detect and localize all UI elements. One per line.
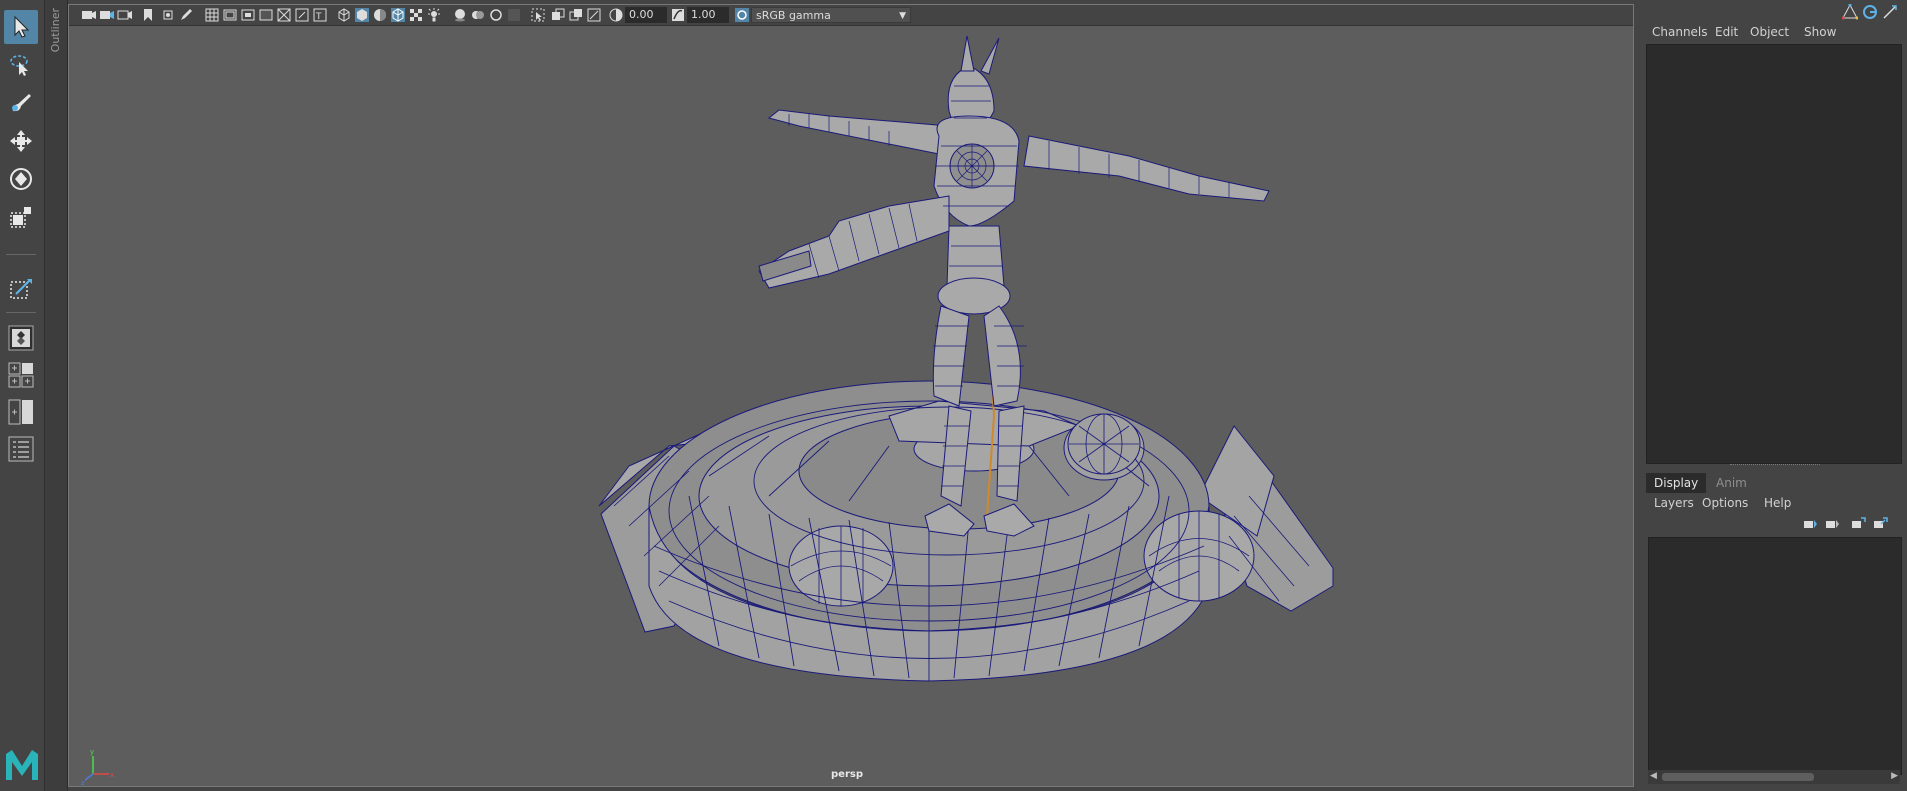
menu-layers[interactable]: Layers	[1654, 496, 1694, 510]
lasso-tool-icon[interactable]	[4, 48, 38, 82]
isolate-select-icon[interactable]	[531, 8, 545, 22]
camera-name-label: persp	[831, 769, 863, 780]
maya-logo	[4, 748, 40, 782]
scale-tool-icon[interactable]	[4, 200, 38, 234]
gamma-field[interactable]: 1.00	[687, 7, 729, 23]
panel-split-handle[interactable]	[1730, 464, 1820, 468]
tool-settings-icon[interactable]	[1882, 4, 1898, 20]
bookmark-camera-icon[interactable]	[117, 8, 133, 22]
menu-object[interactable]: Object	[1750, 25, 1789, 39]
modeling-toolkit-icon[interactable]	[1842, 4, 1858, 20]
menu-edit[interactable]: Edit	[1715, 25, 1738, 39]
scene-canvas[interactable]: y x z	[69, 26, 1633, 786]
image-plane-icon[interactable]	[141, 8, 155, 22]
shadows-icon[interactable]	[453, 8, 467, 22]
color-space-value: sRGB gamma	[756, 9, 831, 22]
camera-icon[interactable]	[81, 8, 97, 22]
gamma-icon[interactable]	[671, 8, 685, 22]
toolbox	[0, 0, 45, 791]
grid-icon[interactable]	[205, 8, 219, 22]
move-layer-up-icon[interactable]	[1802, 517, 1818, 531]
move-tool-icon[interactable]	[4, 124, 38, 158]
toolbox-divider	[6, 254, 36, 255]
safe-title-icon[interactable]: T	[313, 8, 327, 22]
xray-active-icon[interactable]	[569, 8, 583, 22]
last-tool-icon[interactable]	[4, 272, 38, 306]
four-pane-layout-icon[interactable]	[4, 358, 38, 392]
layer-editor-tabs: Display Anim	[1646, 473, 1900, 493]
svg-text:y: y	[90, 748, 94, 756]
svg-text:T: T	[315, 12, 322, 22]
svg-text:x: x	[110, 771, 114, 779]
outliner-tab[interactable]: Outliner	[45, 0, 68, 791]
safe-action-icon[interactable]	[295, 8, 309, 22]
menu-options[interactable]: Options	[1702, 496, 1748, 510]
camera-attributes-icon[interactable]	[99, 8, 115, 22]
channel-box-body[interactable]	[1646, 44, 1902, 464]
tab-anim[interactable]: Anim	[1708, 473, 1755, 493]
layer-list-scrollbar[interactable]: ◀ ▶	[1648, 770, 1900, 784]
menu-show[interactable]: Show	[1804, 25, 1836, 39]
outliner-layout-icon[interactable]	[4, 432, 38, 466]
select-tool-icon[interactable]	[4, 10, 38, 44]
tab-display[interactable]: Display	[1646, 473, 1707, 493]
attribute-editor-icon[interactable]	[1862, 4, 1878, 20]
color-space-dropdown[interactable]: sRGB gamma ▼	[751, 7, 911, 23]
move-layer-down-icon[interactable]	[1824, 517, 1840, 531]
ambient-occlusion-icon[interactable]	[471, 8, 485, 22]
2d-pan-zoom-icon[interactable]	[161, 8, 175, 22]
color-management-icon[interactable]	[735, 8, 749, 22]
scroll-right-icon[interactable]: ▶	[1891, 771, 1898, 781]
anti-aliasing-icon[interactable]	[507, 8, 521, 22]
scrollbar-thumb[interactable]	[1662, 773, 1814, 781]
new-layer-icon[interactable]	[1850, 517, 1866, 531]
motion-blur-icon[interactable]	[489, 8, 503, 22]
two-pane-layout-icon[interactable]	[4, 395, 38, 429]
smooth-shade-icon[interactable]	[355, 8, 369, 22]
new-layer-selected-icon[interactable]	[1872, 517, 1888, 531]
gate-mask-icon[interactable]	[259, 8, 273, 22]
resolution-gate-icon[interactable]	[241, 8, 255, 22]
rotate-tool-icon[interactable]	[4, 162, 38, 196]
viewport-toolbar: T 0.00 1.00 sRGB gamma ▼	[69, 5, 1633, 26]
chevron-down-icon: ▼	[899, 11, 906, 21]
paint-select-tool-icon[interactable]	[4, 86, 38, 120]
toolbox-divider	[6, 312, 36, 313]
exposure-icon[interactable]	[609, 8, 623, 22]
exposure-field[interactable]: 0.00	[625, 7, 667, 23]
menu-channels[interactable]: Channels	[1652, 25, 1708, 39]
svg-text:z: z	[81, 779, 85, 786]
wireframe-on-shaded-icon[interactable]	[391, 8, 405, 22]
default-material-icon[interactable]	[373, 8, 387, 22]
channel-box-panel: Channels Edit Object Show Display Anim L…	[1640, 0, 1907, 791]
menu-help[interactable]: Help	[1764, 496, 1791, 510]
xray-joints-icon[interactable]	[587, 8, 601, 22]
viewport-panel[interactable]: T 0.00 1.00 sRGB gamma ▼ y x z persp	[68, 4, 1634, 787]
grease-pencil-icon[interactable]	[179, 8, 193, 22]
field-chart-icon[interactable]	[277, 8, 291, 22]
wireframe-icon[interactable]	[337, 8, 351, 22]
textured-icon[interactable]	[409, 8, 423, 22]
lighting-icon[interactable]	[427, 8, 441, 22]
film-gate-icon[interactable]	[223, 8, 237, 22]
layer-list[interactable]	[1648, 537, 1902, 775]
axis-gizmo-icon: y x z	[81, 748, 114, 786]
single-pane-layout-icon[interactable]	[4, 321, 38, 355]
channel-box-menubar: Channels Edit Object Show	[1640, 22, 1907, 40]
scroll-left-icon[interactable]: ◀	[1650, 771, 1657, 781]
xray-icon[interactable]	[551, 8, 565, 22]
outliner-label: Outliner	[49, 8, 62, 53]
